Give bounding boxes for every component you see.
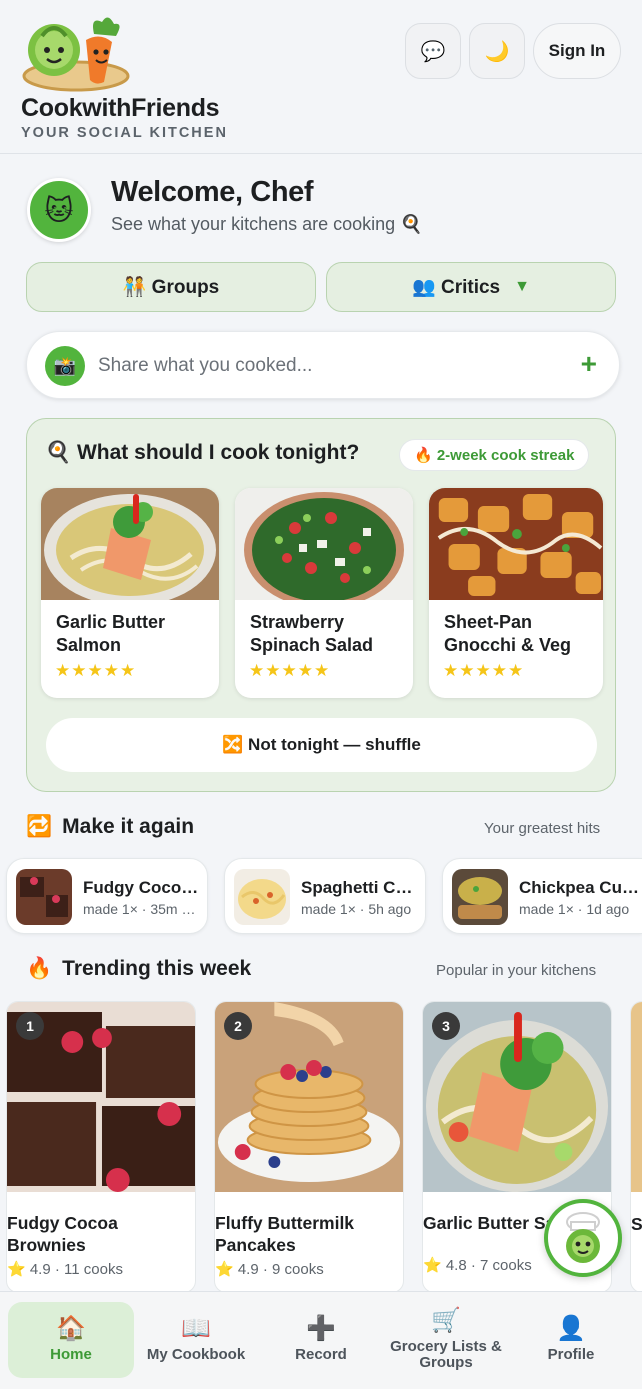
make-it-again-title: Make it again: [62, 815, 195, 838]
star-rating: ★★★★★: [55, 661, 137, 680]
add-post-button[interactable]: +: [581, 348, 597, 380]
critics-filter-button[interactable]: 👥 Critics ▼: [326, 262, 616, 312]
trending-card[interactable]: S: [630, 1001, 642, 1293]
recipe-card[interactable]: Sheet-Pan Gnocchi & Veg ★★★★★: [429, 488, 603, 698]
chat-button[interactable]: 💬: [405, 23, 461, 79]
nav-label: Record: [295, 1346, 347, 1363]
again-title: Spaghetti Carbonara: [301, 878, 421, 897]
trending-meta: Popular in your kitchens: [436, 962, 597, 979]
cook-tonight-panel: 🍳 What should I cook tonight? 🔥 2-week c…: [26, 418, 616, 792]
page-subtitle: See what your kitchens are cooking 🍳: [111, 214, 423, 234]
recipe-card[interactable]: Strawberry Spinach Salad ★★★★★: [235, 488, 413, 698]
nav-label: Grocery Lists & Groups: [390, 1338, 502, 1371]
list-item[interactable]: Fudgy Cocoa Brownies made 1× · 35m ago: [6, 858, 208, 934]
nav-profile[interactable]: 👤 Profile: [508, 1302, 634, 1378]
rank-badge: 2: [224, 1012, 252, 1040]
book-icon: 📖: [181, 1315, 211, 1342]
chat-icon: 💬: [420, 40, 446, 63]
streak-badge: 🔥 2-week cook streak: [399, 439, 590, 471]
repeat-icon: 🔁: [26, 815, 53, 838]
rank-badge: 1: [16, 1012, 44, 1040]
trending-rating: ⭐ 4.9 · 11 cooks: [7, 1261, 123, 1278]
trending-rating: ⭐ 4.8 · 7 cooks: [423, 1257, 532, 1274]
trending-name: Fudgy Cocoa Brownies: [7, 1213, 118, 1255]
nav-label: My Cookbook: [146, 1346, 246, 1363]
nav-home[interactable]: 🏠 Home: [8, 1302, 134, 1378]
recipe-name: Sheet-Pan Gnocchi & Veg: [444, 612, 572, 655]
shuffle-button[interactable]: 🔀 Not tonight — shuffle: [46, 718, 597, 772]
profile-icon: 👤: [556, 1315, 586, 1342]
page-title: Welcome, Chef: [111, 176, 314, 208]
trending-rating: ⭐ 4.9 · 9 cooks: [215, 1261, 324, 1278]
brand-tagline: YOUR SOCIAL KITCHEN: [21, 125, 228, 141]
moon-icon: 🌙: [484, 40, 510, 63]
trending-card[interactable]: 1 Fudgy Cocoa Brownies ⭐ 4.9 · 11 cooks: [6, 1001, 196, 1293]
recipe-name: Strawberry Spinach Salad: [250, 612, 374, 655]
spinach-salad-image: [235, 488, 413, 608]
brownies-thumbnail: [16, 869, 72, 925]
share-placeholder: Share what you cooked...: [98, 355, 313, 376]
gnocchi-veg-image: [429, 488, 603, 600]
rank-badge: 3: [432, 1012, 460, 1040]
nav-label: Profile: [547, 1346, 595, 1363]
list-item[interactable]: Chickpea Curry made 1× · 1d ago: [442, 858, 642, 934]
chef-cabbage-icon: [566, 1212, 600, 1263]
groups-label: 🧑‍🤝‍🧑 Groups: [122, 277, 220, 298]
list-item[interactable]: Spaghetti Carbonara made 1× · 5h ago: [224, 858, 426, 934]
critics-label: 👥 Critics: [412, 277, 501, 298]
nav-label: Home: [50, 1346, 92, 1363]
trending-card[interactable]: 2 Fluffy Buttermilk Pancakes ⭐ 4.9 · 9 c…: [214, 1001, 404, 1293]
nav-grocery-lists[interactable]: 🛒 Grocery Lists & Groups: [383, 1302, 509, 1378]
sign-in-button[interactable]: Sign In: [533, 23, 621, 79]
carbonara-thumbnail: [234, 869, 290, 925]
again-title: Chickpea Curry: [519, 878, 639, 897]
home-icon: 🏠: [56, 1315, 86, 1342]
logo-cabbage-carrot-icon[interactable]: [20, 10, 132, 94]
peek-image: [631, 1002, 642, 1192]
star-rating: ★★★★★: [443, 661, 525, 680]
make-it-again-heading: 🔁 Make it again: [26, 815, 194, 839]
share-cooked-input[interactable]: 📸 Share what you cooked... +: [26, 331, 620, 399]
brand-name: CookwithFriends: [21, 94, 220, 122]
again-meta: made 1× · 35m ago: [83, 901, 203, 917]
camera-icon[interactable]: 📸: [45, 346, 85, 386]
chef-assistant-button[interactable]: [544, 1199, 622, 1277]
bottom-nav: 🏠 Home 📖 My Cookbook ➕ Record 🛒 Grocery …: [0, 1291, 642, 1389]
recipe-card[interactable]: Garlic Butter Salmon ★★★★★: [41, 488, 219, 698]
recipe-name: Garlic Butter Salmon: [56, 612, 166, 655]
again-meta: made 1× · 5h ago: [301, 901, 412, 917]
dark-mode-toggle[interactable]: 🌙: [469, 23, 525, 79]
salmon-ramen-image: [41, 488, 219, 606]
again-meta: made 1× · 1d ago: [519, 901, 630, 917]
avatar[interactable]: 🐱: [27, 178, 91, 242]
groups-filter-button[interactable]: 🧑‍🤝‍🧑 Groups: [26, 262, 316, 312]
app-header: CookwithFriends YOUR SOCIAL KITCHEN 💬 🌙 …: [0, 0, 642, 154]
plus-icon: ➕: [306, 1315, 336, 1342]
again-title: Fudgy Cocoa Brownies: [83, 878, 203, 897]
trending-heading: 🔥 Trending this week: [26, 957, 251, 981]
fire-icon: 🔥: [26, 957, 53, 980]
trending-title: Trending this week: [62, 957, 252, 980]
make-it-again-meta: Your greatest hits: [484, 820, 601, 837]
cat-avatar-icon: 🐱: [44, 194, 74, 226]
nav-record[interactable]: ➕ Record: [258, 1302, 384, 1378]
chickpea-curry-thumbnail: [452, 869, 508, 925]
cook-tonight-title: 🍳 What should I cook tonight?: [45, 441, 360, 464]
star-rating: ★★★★★: [249, 661, 331, 680]
trending-name: Fluffy Buttermilk Pancakes: [215, 1213, 355, 1255]
triangle-down-icon: ▼: [514, 278, 530, 295]
cart-icon: 🛒: [431, 1307, 461, 1334]
nav-my-cookbook[interactable]: 📖 My Cookbook: [133, 1302, 259, 1378]
trending-name: S: [631, 1214, 642, 1234]
